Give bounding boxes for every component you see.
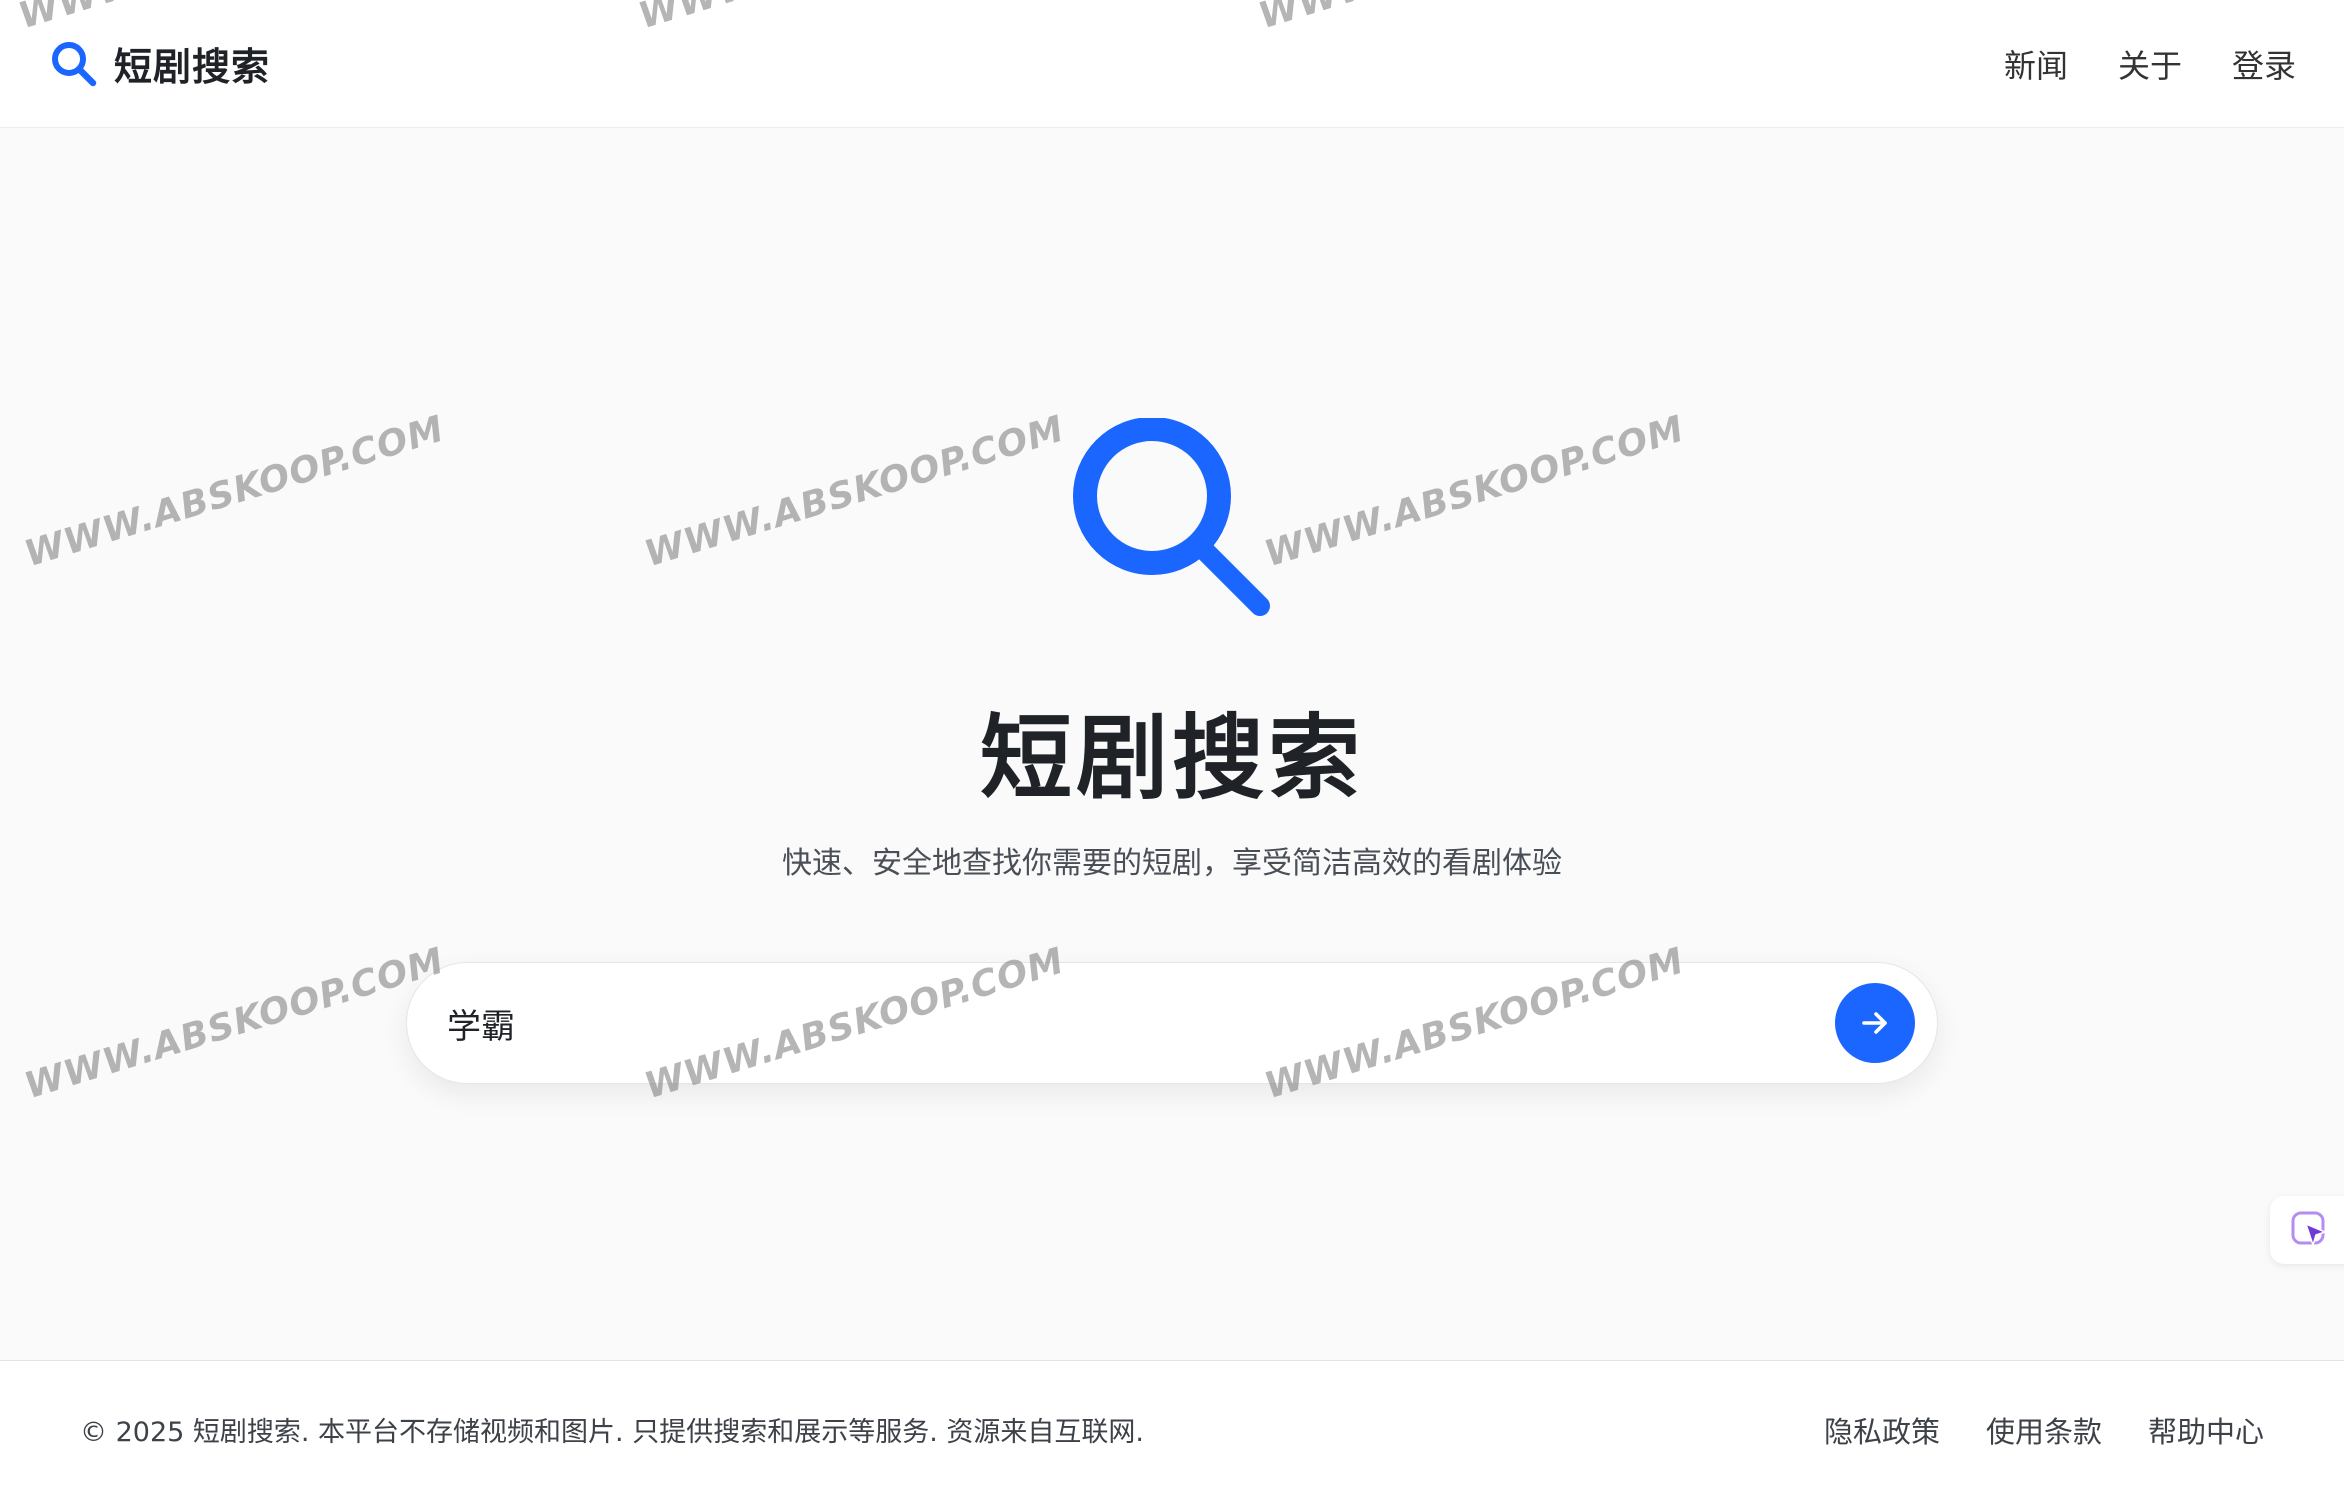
nav-link-news[interactable]: 新闻 <box>2004 41 2068 87</box>
floating-select-tool-button[interactable] <box>2270 1196 2344 1264</box>
search-form <box>406 962 1938 1084</box>
footer-copyright: © 2025 短剧搜索. 本平台不存储视频和图片. 只提供搜索和展示等服务. 资… <box>80 1417 1144 1448</box>
pointer-select-icon <box>2291 1211 2326 1246</box>
top-nav: 新闻 关于 登录 <box>2004 41 2296 87</box>
page-footer: © 2025 短剧搜索. 本平台不存储视频和图片. 只提供搜索和展示等服务. 资… <box>0 1360 2344 1498</box>
search-icon <box>52 41 97 86</box>
footer-link-privacy[interactable]: 隐私政策 <box>1824 1409 1940 1451</box>
brand-name: 短剧搜索 <box>114 45 271 89</box>
search-submit-button[interactable] <box>1835 983 1915 1063</box>
footer-links: 隐私政策 使用条款 帮助中心 <box>1824 1409 2264 1451</box>
brand-logo-link[interactable]: 短剧搜索 <box>48 36 270 91</box>
footer-link-terms[interactable]: 使用条款 <box>1986 1409 2102 1451</box>
search-input[interactable] <box>447 983 1835 1063</box>
footer-link-help[interactable]: 帮助中心 <box>2148 1409 2264 1451</box>
nav-link-about[interactable]: 关于 <box>2118 41 2182 87</box>
nav-link-login[interactable]: 登录 <box>2232 41 2296 87</box>
page-subtitle: 快速、安全地查找你需要的短剧，享受简洁高效的看剧体验 <box>782 846 1562 881</box>
hero-section: 短剧搜索 快速、安全地查找你需要的短剧，享受简洁高效的看剧体验 <box>0 128 2344 1360</box>
top-header: 短剧搜索 新闻 关于 登录 <box>0 0 2344 128</box>
search-icon <box>1073 418 1270 616</box>
arrow-right-icon <box>1862 1012 1887 1034</box>
page-title: 短剧搜索 <box>979 705 1364 812</box>
